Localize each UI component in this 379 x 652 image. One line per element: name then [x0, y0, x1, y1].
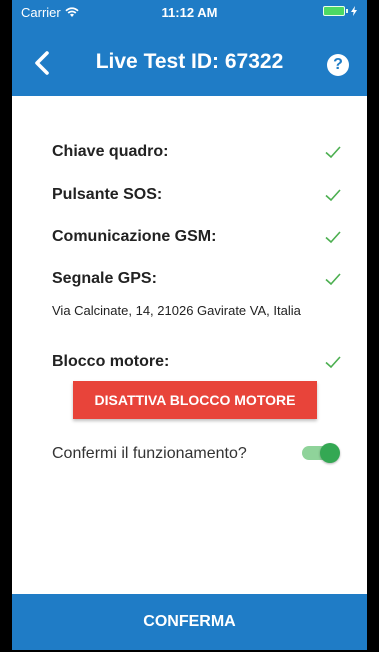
- battery-icon: [323, 6, 357, 16]
- check-row-blocco-motore: Blocco motore:: [52, 351, 342, 375]
- back-chevron-icon[interactable]: [30, 50, 56, 76]
- check-row-comunicazione-gsm: Comunicazione GSM:: [52, 226, 342, 250]
- checkmark-icon: [325, 273, 341, 286]
- check-label: Segnale GPS:: [52, 270, 157, 287]
- toggle-knob: [320, 443, 340, 463]
- help-icon[interactable]: ?: [327, 54, 349, 76]
- confirm-toggle[interactable]: [302, 443, 340, 463]
- device-frame: Carrier 11:12 AM Live Test ID: 67322 ? C…: [0, 0, 379, 652]
- check-row-pulsante-sos: Pulsante SOS:: [52, 184, 342, 208]
- nav-bar: Live Test ID: 67322 ?: [12, 24, 367, 96]
- checkmark-icon: [325, 146, 341, 159]
- check-label: Pulsante SOS:: [52, 186, 163, 203]
- check-row-segnale-gps: Segnale GPS:: [52, 268, 342, 292]
- check-label: Blocco motore:: [52, 353, 170, 370]
- check-row-chiave-quadro: Chiave quadro:: [52, 141, 342, 165]
- confirm-question: Confermi il funzionamento?: [52, 445, 247, 462]
- disable-engine-block-button[interactable]: DISATTIVA BLOCCO MOTORE: [73, 381, 317, 419]
- confirm-functioning-row: Confermi il funzionamento?: [52, 439, 342, 469]
- check-label: Chiave quadro:: [52, 143, 169, 160]
- checkmark-icon: [325, 189, 341, 202]
- confirm-button[interactable]: CONFERMA: [12, 594, 367, 650]
- app-screen: Carrier 11:12 AM Live Test ID: 67322 ? C…: [12, 0, 367, 650]
- charging-icon: [351, 6, 357, 16]
- check-label: Comunicazione GSM:: [52, 228, 217, 245]
- page-title: Live Test ID: 67322: [95, 50, 284, 73]
- checkmark-icon: [325, 356, 341, 369]
- status-bar: Carrier 11:12 AM: [12, 0, 367, 24]
- status-time: 11:12 AM: [161, 5, 218, 20]
- checkmark-icon: [325, 231, 341, 244]
- gps-address: Via Calcinate, 14, 21026 Gavirate VA, It…: [52, 303, 301, 318]
